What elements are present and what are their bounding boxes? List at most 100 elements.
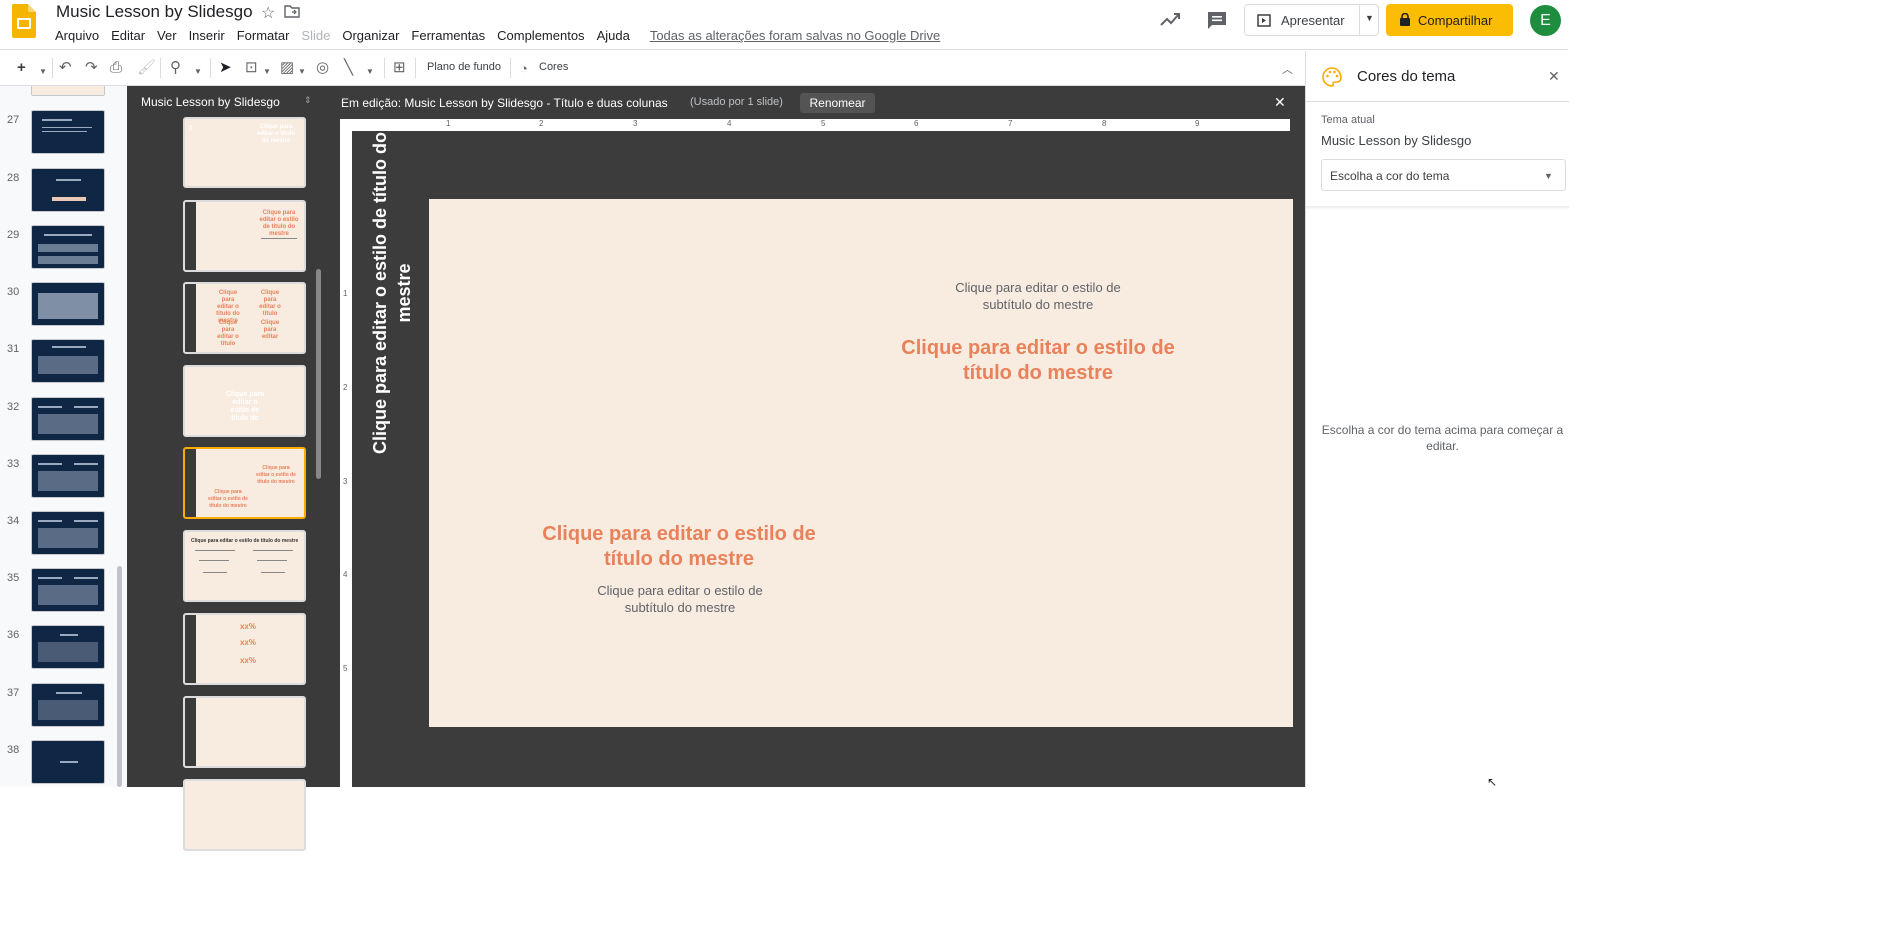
sort-icon[interactable]: ⇕ [304, 95, 312, 106]
slide-item[interactable]: 31 [0, 339, 127, 389]
image-icon[interactable]: ▨ [280, 60, 294, 76]
layout-thumbnail[interactable]: Clique para editar o estilo de título do… [183, 200, 306, 272]
title-placeholder-right[interactable]: Clique para editar o estilo de título do… [898, 336, 1178, 386]
slide-item[interactable]: 37 [0, 683, 127, 733]
subtitle-placeholder-left[interactable]: Clique para editar o estilo de subtítulo… [580, 582, 780, 616]
title-placeholder-left[interactable]: Clique para editar o estilo de título do… [539, 522, 819, 572]
star-icon[interactable]: ☆ [261, 3, 275, 23]
current-theme-name: Music Lesson by Slidesgo [1321, 133, 1472, 148]
zoom-chevron-icon[interactable]: ▼ [194, 64, 202, 80]
menu-complementos[interactable]: Complementos [491, 28, 590, 46]
slide-thumbnail [31, 511, 105, 555]
save-status-link[interactable]: Todas as alterações foram salvas no Goog… [644, 28, 946, 46]
account-avatar[interactable]: E [1530, 5, 1561, 36]
present-label: Apresentar [1281, 13, 1345, 28]
slide-item[interactable]: 30 [0, 282, 127, 332]
horizontal-ruler[interactable]: 1 2 3 4 5 6 7 8 9 [340, 119, 1290, 131]
menu-slide: Slide [301, 28, 331, 43]
print-icon[interactable]: ⎙ [110, 60, 122, 76]
menu-arquivo[interactable]: Arquivo [49, 28, 105, 46]
theme-colors-panel: Cores do tema ✕ Tema atual Music Lesson … [1305, 51, 1569, 787]
vertical-ruler[interactable]: 1 2 3 4 5 [340, 131, 352, 787]
theme-color-select[interactable]: Escolha a cor do tema ▼ [1321, 159, 1566, 191]
divider-shadow [1306, 206, 1569, 210]
move-to-folder-icon[interactable] [284, 4, 300, 18]
image-chevron-icon[interactable]: ▼ [298, 64, 306, 80]
slide-item[interactable]: 34 [0, 511, 127, 561]
lock-icon [1400, 13, 1410, 26]
slides-logo-icon[interactable] [12, 4, 36, 38]
menu-inserir[interactable]: Inserir [183, 28, 231, 46]
line-chevron-icon[interactable]: ▼ [366, 64, 374, 80]
layout-thumbnail[interactable]: Clique para editar o estilo de título do [183, 365, 306, 437]
present-icon [1257, 14, 1271, 27]
shape-icon[interactable]: ◎ [316, 60, 329, 76]
line-icon[interactable]: ╲ [344, 60, 353, 76]
subtitle-placeholder-right[interactable]: Clique para editar o estilo de subtítulo… [938, 279, 1138, 313]
layout-thumbnail[interactable]: Clique para editar o estilo de título do… [183, 530, 306, 602]
slide-thumbnail-partial[interactable] [31, 86, 105, 96]
menu-editar[interactable]: Editar [105, 28, 151, 46]
palette-small-icon[interactable]: ◔ [520, 61, 528, 77]
menu-ajuda[interactable]: Ajuda [591, 28, 636, 46]
panel-title: Cores do tema [1357, 68, 1456, 85]
paint-format-icon[interactable]: 🖌 [137, 60, 156, 76]
edit-layout-title: Em edição: Music Lesson by Slidesgo - Tí… [341, 96, 668, 110]
slide-main[interactable]: Clique para editar o estilo de subtítulo… [429, 199, 1293, 727]
slide-thumbnail [31, 110, 105, 154]
layout-thumbnail-partial[interactable] [183, 779, 306, 851]
slide-item[interactable]: 27 [0, 110, 127, 160]
menu-ferramentas[interactable]: Ferramentas [405, 28, 491, 46]
doc-title[interactable]: Music Lesson by Slidesgo [56, 2, 253, 22]
collapse-toolbar-icon[interactable]: ︿ [1282, 62, 1293, 78]
layout-thumbnail[interactable]: Clique para editar o título do mestre Cli… [183, 282, 306, 354]
menu-formatar[interactable]: Formatar [231, 28, 296, 46]
close-icon[interactable]: ✕ [1274, 94, 1286, 111]
layouts-scrollbar[interactable] [316, 269, 321, 479]
redo-icon[interactable]: ↷ [85, 60, 98, 76]
new-slide-chevron-icon[interactable]: ▼ [39, 64, 47, 80]
add-comment-icon[interactable]: ⊞ [393, 60, 406, 76]
share-button[interactable]: Compartilhar [1386, 4, 1513, 36]
layout-thumbnail[interactable]: xx% xx% xx% [183, 613, 306, 685]
slide-thumbnail [31, 454, 105, 498]
theme-color-select-label: Escolha a cor do tema [1330, 169, 1450, 183]
slide-item[interactable]: 36 [0, 625, 127, 675]
layout-thumbnail[interactable]: 1 Clique para editar o título do mestre [183, 117, 306, 188]
slide-thumbnail [31, 740, 105, 784]
text-box-chevron-icon[interactable]: ▼ [263, 64, 271, 80]
slide-item[interactable]: 32 [0, 397, 127, 447]
zoom-icon[interactable]: ⚲ [170, 60, 181, 76]
menu-ver[interactable]: Ver [151, 28, 183, 46]
undo-icon[interactable]: ↶ [59, 60, 72, 76]
text-box-icon[interactable]: ⊡ [245, 60, 258, 76]
new-slide-icon[interactable]: + [17, 60, 26, 76]
background-button[interactable]: Plano de fundo [427, 61, 501, 73]
comment-icon[interactable] [1206, 10, 1228, 30]
slide-item[interactable]: 28 [0, 168, 127, 218]
slide-item[interactable]: 38 [0, 740, 127, 787]
activity-trend-icon[interactable] [1159, 10, 1181, 28]
current-theme-label: Tema atual [1321, 114, 1375, 126]
layout-thumbnail-selected[interactable]: Clique para editar o estilo de título do… [183, 447, 306, 519]
slide-thumbnail [31, 168, 105, 212]
close-panel-icon[interactable]: ✕ [1548, 68, 1560, 85]
chevron-down-icon: ▼ [1365, 13, 1374, 23]
present-dropdown[interactable]: ▼ [1359, 4, 1379, 36]
toolbar: + ▼ ↶ ↷ ⎙ 🖌 ⚲ ▼ ➤ ⊡ ▼ ▨ ▼ ◎ ╲ ▼ ⊞ Plano … [0, 51, 1305, 86]
colors-button[interactable]: Cores [539, 61, 568, 73]
layout-thumbnail[interactable] [183, 696, 306, 768]
slide-item[interactable]: 33 [0, 454, 127, 504]
select-cursor-icon[interactable]: ➤ [219, 60, 232, 76]
slide-thumbnail [31, 225, 105, 269]
vertical-title-placeholder[interactable]: Clique para editar o estilo de título do… [368, 128, 416, 458]
slide-thumbnail [31, 625, 105, 669]
divider [1306, 101, 1569, 102]
filmstrip-scrollbar[interactable] [117, 566, 122, 787]
slide-item[interactable]: 29 [0, 225, 127, 275]
layouts-panel-title: Music Lesson by Slidesgo [141, 95, 280, 109]
slide-thumbnail [31, 339, 105, 383]
rename-button[interactable]: Renomear [800, 93, 875, 113]
menu-organizar[interactable]: Organizar [336, 28, 405, 46]
slide-item[interactable]: 35 [0, 568, 127, 618]
